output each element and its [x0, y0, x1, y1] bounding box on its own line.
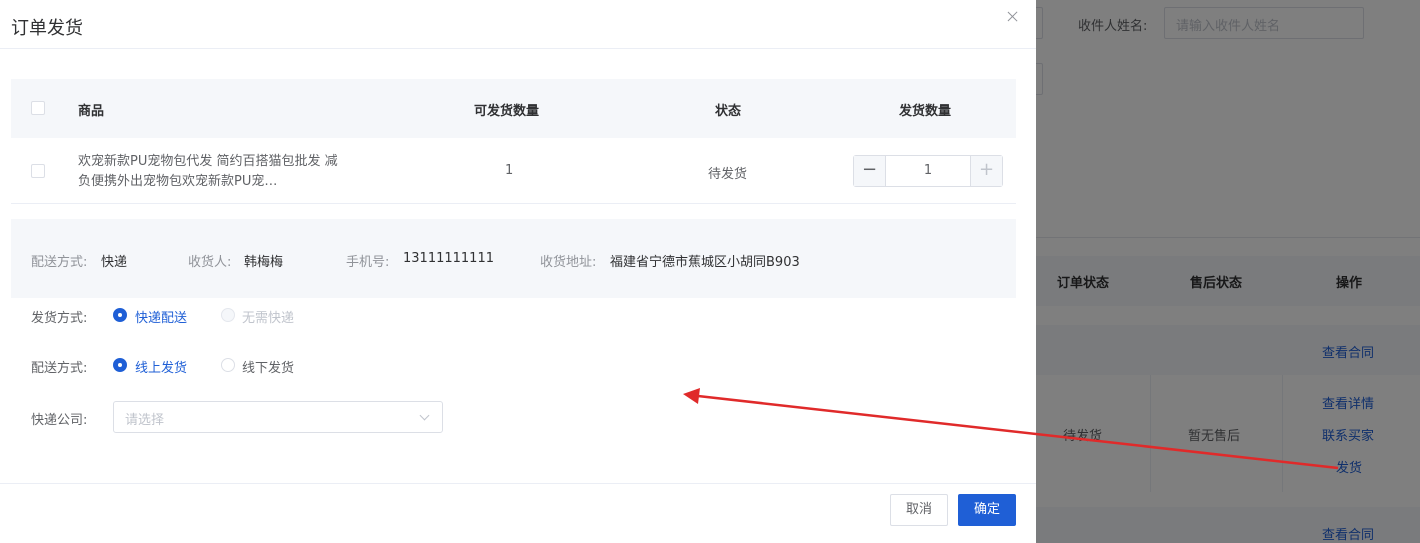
footer-divider: [0, 483, 1036, 484]
radio-express[interactable]: [113, 308, 127, 322]
col-available-qty: 可发货数量: [474, 104, 540, 119]
cancel-button[interactable]: 取消: [890, 494, 948, 526]
select-all-checkbox[interactable]: [31, 101, 45, 115]
receiver-value: 韩梅梅: [244, 255, 284, 270]
col-product: 商品: [78, 104, 105, 119]
chevron-down-icon: [419, 410, 430, 421]
phone-value: 13111111111: [403, 251, 494, 266]
courier-placeholder: 请选择: [125, 413, 165, 428]
decrement-button[interactable]: −: [854, 156, 886, 186]
col-status: 状态: [715, 104, 742, 119]
quantity-input[interactable]: [886, 156, 970, 186]
shipping-info-box: [11, 219, 1016, 298]
confirm-button[interactable]: 确定: [958, 494, 1016, 526]
courier-select[interactable]: 请选择: [113, 401, 443, 433]
radio-no-express-label[interactable]: 无需快递: [242, 307, 294, 326]
ship-method-label: 发货方式:: [31, 311, 88, 326]
delivery-label: 配送方式:: [31, 255, 88, 270]
product-name: 欢宠新款PU宠物包代发 简约百搭猫包批发 减负便携外出宠物包欢宠新款PU宠…: [78, 154, 338, 189]
header-divider: [0, 48, 1036, 49]
receiver-label: 收货人:: [188, 255, 232, 270]
radio-offline-label[interactable]: 线下发货: [242, 357, 294, 376]
delivery-value: 快递: [101, 255, 128, 270]
courier-label: 快递公司:: [31, 413, 88, 428]
row-checkbox[interactable]: [31, 164, 45, 178]
row-divider: [11, 203, 1016, 204]
row-status: 待发货: [708, 167, 748, 182]
quantity-stepper[interactable]: − +: [853, 155, 1003, 187]
dialog-title: 订单发货: [11, 18, 83, 39]
available-qty: 1: [505, 163, 514, 178]
address-label: 收货地址:: [540, 255, 597, 270]
col-ship-qty: 发货数量: [899, 104, 952, 119]
increment-button[interactable]: +: [970, 156, 1002, 186]
radio-no-express[interactable]: [221, 308, 235, 322]
radio-offline[interactable]: [221, 358, 235, 372]
radio-express-label[interactable]: 快递配送: [135, 307, 187, 326]
radio-online-label[interactable]: 线上发货: [135, 357, 187, 376]
delivery-mode-label: 配送方式:: [31, 361, 88, 376]
phone-label: 手机号:: [346, 255, 390, 270]
address-value: 福建省宁德市蕉城区小胡同B903: [610, 255, 800, 270]
ship-order-dialog: 订单发货 商品 可发货数量 状态 发货数量 欢宠新款PU宠物包代发 简约百搭猫包…: [0, 0, 1036, 543]
close-icon[interactable]: [1004, 8, 1022, 26]
radio-online[interactable]: [113, 358, 127, 372]
